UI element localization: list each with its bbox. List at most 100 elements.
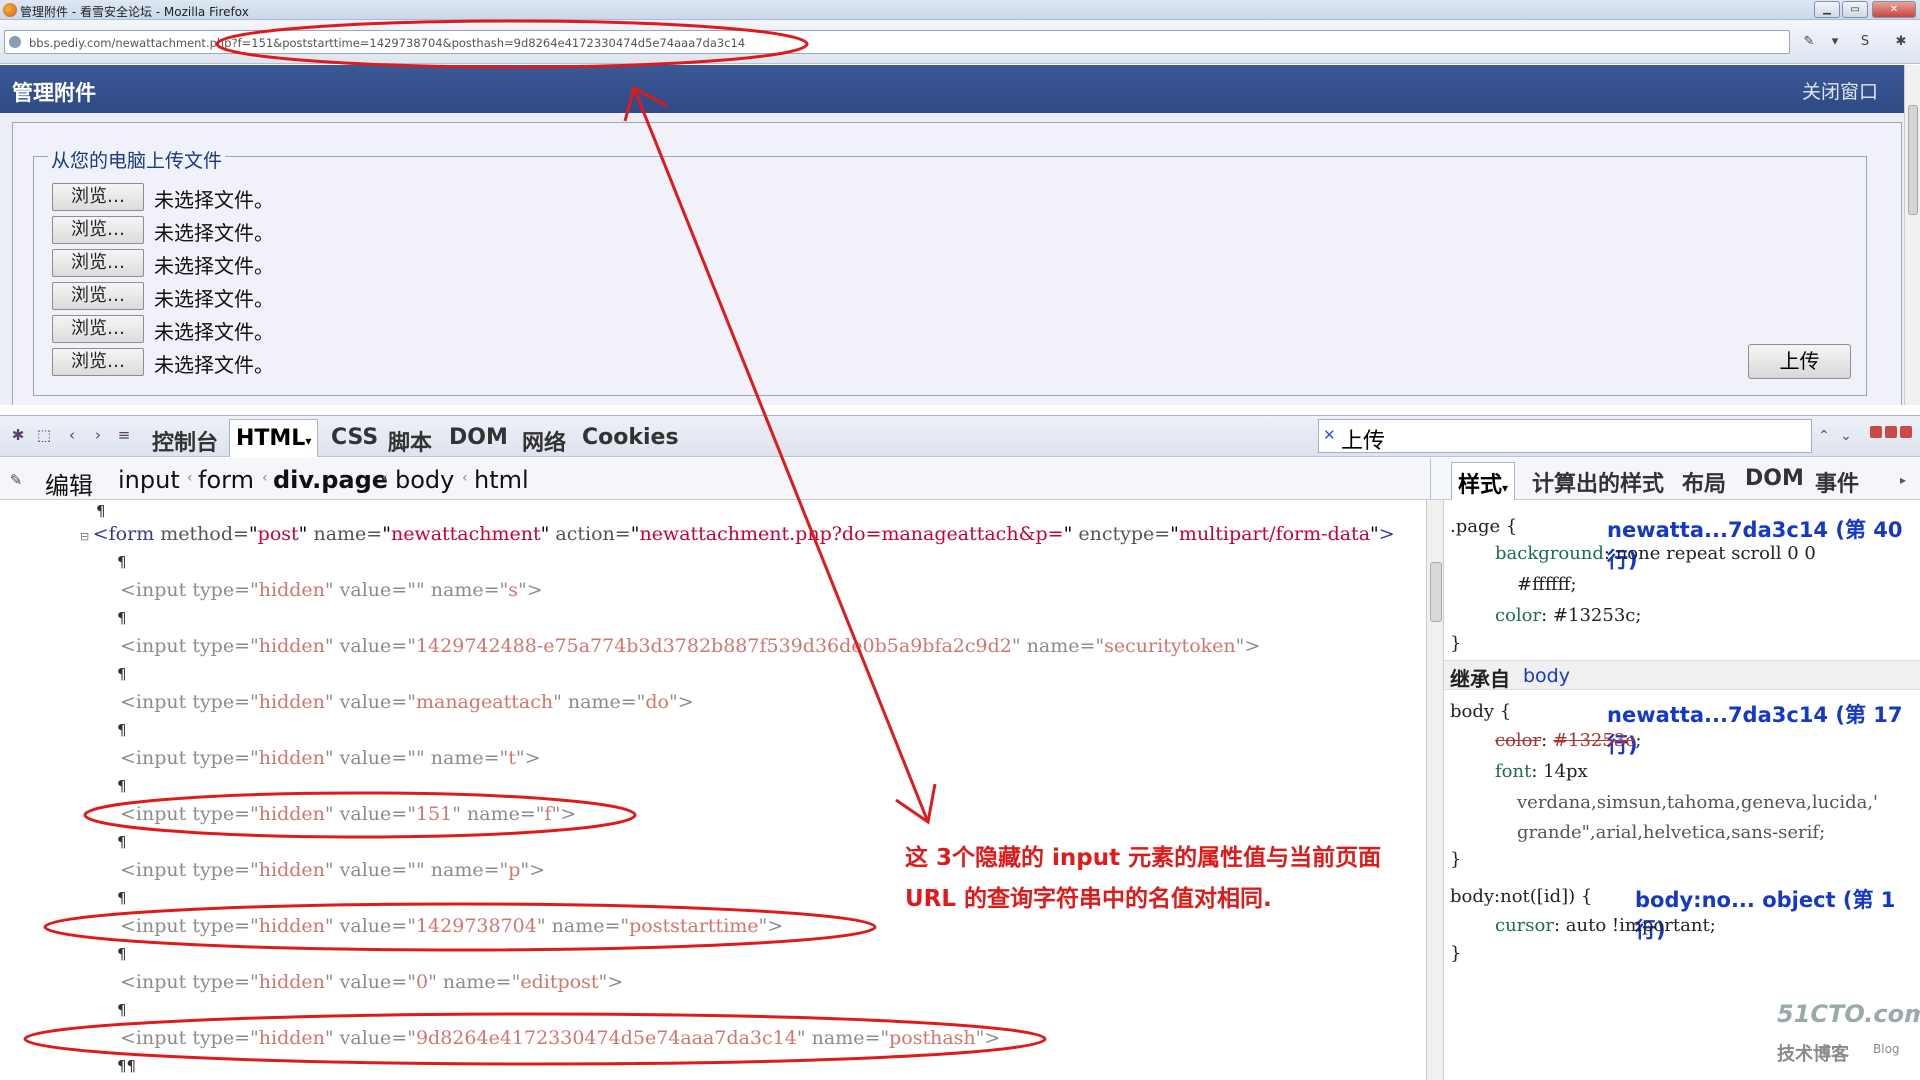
scrollbar-thumb[interactable]: [1430, 562, 1442, 622]
crumb-div-page[interactable]: div.page: [273, 466, 388, 494]
html-line-input-f[interactable]: <input type="hidden" value="151" name="f…: [120, 803, 576, 825]
edit-icon[interactable]: ✎: [6, 470, 26, 490]
search-next-icon[interactable]: ⌄: [1836, 422, 1856, 450]
browse-button[interactable]: 浏览…: [52, 315, 144, 343]
css-declaration[interactable]: background: none repeat scroll 0 0: [1495, 543, 1816, 564]
attr-name: method=: [160, 523, 249, 545]
search-prev-icon[interactable]: ⌃: [1814, 422, 1834, 450]
crumb-separator: ‹: [187, 470, 193, 486]
close-window-link[interactable]: 关闭窗口: [1802, 77, 1878, 104]
tab-net[interactable]: 网络: [522, 425, 566, 457]
css-declaration-overridden[interactable]: color: #13253c;: [1495, 730, 1641, 751]
inherited-link[interactable]: body: [1523, 665, 1570, 687]
html-line-input[interactable]: <input type="hidden" value="1429742488-e…: [120, 635, 1260, 657]
crumb-form[interactable]: form: [198, 466, 254, 494]
tab-dom[interactable]: DOM: [449, 425, 508, 450]
attr-value: 151: [415, 803, 453, 825]
close-window-icon[interactable]: ✕: [1872, 1, 1916, 18]
css-selector: body {: [1450, 701, 1512, 722]
tab-html[interactable]: HTML▾: [229, 419, 319, 457]
firebug-close-icon[interactable]: [1900, 426, 1912, 438]
css-brace: }: [1450, 849, 1462, 870]
html-line-input-posthash[interactable]: <input type="hidden" value="9d8264e41723…: [120, 1027, 1000, 1049]
css-value: none repeat scroll 0 0: [1615, 543, 1816, 564]
css-value: #13253c;: [1552, 605, 1642, 626]
outline-icon[interactable]: ≡: [114, 425, 134, 445]
attr-value: editpost: [520, 971, 599, 993]
tab-css[interactable]: CSS: [331, 425, 378, 450]
tab-style[interactable]: 样式▾: [1451, 462, 1516, 500]
crumb-body[interactable]: body: [395, 466, 454, 494]
firebug-search-input[interactable]: ✕ 上传: [1318, 419, 1812, 454]
firebug-icon[interactable]: ✱: [1892, 33, 1910, 51]
file-status: 未选择文件。: [154, 221, 274, 245]
attr-name: type=: [192, 971, 251, 993]
forward-icon[interactable]: ›: [88, 425, 108, 445]
html-line-input[interactable]: <input type="hidden" value="" name="t">: [120, 747, 541, 769]
dropdown-arrow-icon[interactable]: ▾: [1826, 33, 1844, 51]
file-input-row: 浏览… 未选择文件。: [52, 183, 552, 212]
attr-value: hidden: [258, 747, 325, 769]
tab-computed-style[interactable]: 计算出的样式: [1532, 466, 1664, 498]
tab-console[interactable]: 控制台: [152, 425, 218, 457]
page-scrollbar[interactable]: [1904, 65, 1920, 405]
browse-button[interactable]: 浏览…: [52, 249, 144, 277]
crumb-separator: ‹: [462, 470, 468, 486]
crumb-input[interactable]: input: [118, 466, 180, 494]
panel-scrollbar[interactable]: [1426, 500, 1444, 1080]
attr-name: value=: [339, 691, 408, 713]
tab-layout[interactable]: 布局: [1682, 466, 1726, 498]
css-declaration[interactable]: color: #13253c;: [1495, 605, 1641, 626]
css-selector: body:not([id]) {: [1450, 886, 1593, 907]
css-declaration[interactable]: cursor: auto !important;: [1495, 915, 1716, 936]
attr-name: value=: [339, 1027, 408, 1049]
url-bar[interactable]: bbs.pediy.com/newattachment.php?f=151&po…: [4, 30, 1790, 54]
addon-s-icon[interactable]: S: [1856, 33, 1874, 51]
html-line-input-poststarttime[interactable]: <input type="hidden" value="1429738704" …: [120, 915, 783, 937]
file-input-row: 浏览… 未选择文件。: [52, 315, 552, 344]
browse-button[interactable]: 浏览…: [52, 282, 144, 310]
attr-value: 1429742488-e75a774b3d3782b887f539d36de0b…: [415, 635, 1012, 657]
edit-button[interactable]: 编辑: [45, 466, 93, 501]
html-line-input[interactable]: <input type="hidden" value="manageattach…: [120, 691, 694, 713]
browse-button[interactable]: 浏览…: [52, 183, 144, 211]
firebug-menu-icon[interactable]: ✱: [8, 425, 28, 445]
site-identity-icon[interactable]: [9, 36, 21, 48]
css-brace: }: [1450, 633, 1462, 654]
tab-script[interactable]: 脚本: [388, 425, 432, 457]
tab-side-dom[interactable]: DOM: [1745, 466, 1804, 491]
crumb-separator: ‹: [262, 470, 268, 486]
firefox-icon: [3, 3, 17, 17]
crumb-html[interactable]: html: [474, 466, 529, 494]
attr-name: value=: [339, 971, 408, 993]
browse-button[interactable]: 浏览…: [52, 348, 144, 376]
attr-name: type=: [192, 915, 251, 937]
attr-value: 9d8264e4172330474d5e74aaa7da3c14: [415, 1027, 797, 1049]
html-line-input[interactable]: <input type="hidden" value="0" name="edi…: [120, 971, 623, 993]
css-source-link[interactable]: newatta...7da3c14 (第 17 行): [1607, 699, 1920, 759]
html-line-form[interactable]: ⊟ <form method="post" name="newattachmen…: [80, 523, 1395, 545]
tab-events[interactable]: 事件: [1815, 466, 1859, 498]
attr-value: manageattach: [415, 691, 554, 713]
css-declaration[interactable]: font: 14px: [1495, 761, 1588, 782]
window-titlebar: 管理附件 - 看雪安全论坛 - Mozilla Firefox ▁ ▭ ✕: [0, 0, 1920, 20]
firebug-minimize-icon[interactable]: [1870, 426, 1882, 438]
html-line-input[interactable]: <input type="hidden" value="" name="p">: [120, 859, 545, 881]
html-line-input[interactable]: <input type="hidden" value="" name="s">: [120, 579, 543, 601]
pilcrow: ¶: [117, 945, 127, 963]
browse-button[interactable]: 浏览…: [52, 216, 144, 244]
firebug-detach-icon[interactable]: [1885, 426, 1897, 438]
maximize-icon[interactable]: ▭: [1842, 1, 1868, 18]
clear-search-icon[interactable]: ✕: [1323, 426, 1336, 444]
tab-cookies[interactable]: Cookies: [582, 425, 679, 450]
inspect-icon[interactable]: ⬚: [34, 425, 54, 445]
scrollbar-thumb[interactable]: [1908, 105, 1918, 215]
minimize-icon[interactable]: ▁: [1814, 1, 1840, 18]
more-tabs-icon[interactable]: ▸: [1900, 473, 1906, 487]
upload-button[interactable]: 上传: [1748, 344, 1851, 379]
form-tag: <form: [92, 523, 155, 545]
back-icon[interactable]: ‹: [62, 425, 82, 445]
collapse-icon[interactable]: ⊟: [80, 530, 93, 543]
chevron-down-icon: ▾: [305, 434, 312, 448]
bookmark-icon[interactable]: ✎: [1800, 33, 1818, 51]
